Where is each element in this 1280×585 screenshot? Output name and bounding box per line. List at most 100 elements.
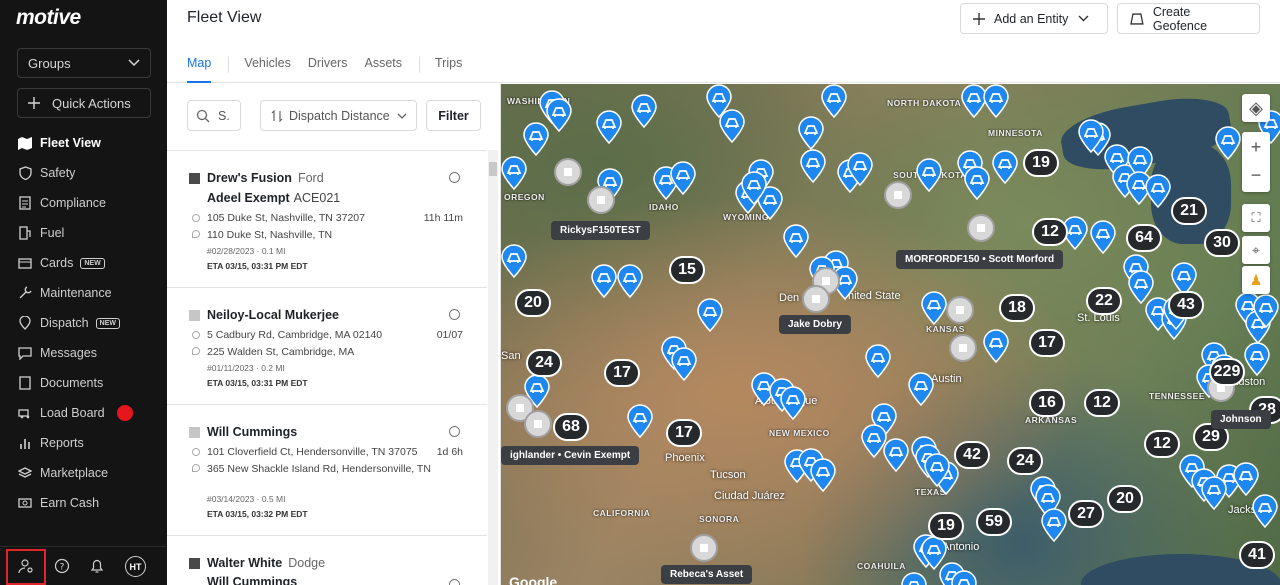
vehicle-pin-icon[interactable] bbox=[992, 150, 1018, 185]
groups-dropdown[interactable]: Groups bbox=[17, 48, 151, 78]
vehicle-pin-icon[interactable] bbox=[1041, 508, 1067, 543]
vehicle-pin-icon[interactable] bbox=[908, 372, 934, 407]
vehicle-pin-icon[interactable] bbox=[1090, 220, 1116, 255]
vehicle-cluster[interactable]: 16 bbox=[1029, 389, 1065, 417]
sort-dropdown[interactable]: Dispatch Distance bbox=[260, 100, 417, 131]
fleet-map[interactable]: WASHINGTON NORTH DAKOTA MINNESOTA SOUTH DAK… bbox=[501, 84, 1280, 585]
vehicle-pin-icon[interactable] bbox=[821, 84, 847, 119]
vehicle-cluster[interactable]: 17 bbox=[604, 359, 640, 387]
tab-map[interactable]: Map bbox=[187, 48, 212, 83]
list-scrollbar[interactable] bbox=[488, 150, 498, 585]
asset-pin-icon[interactable] bbox=[802, 285, 830, 313]
vehicle-cluster[interactable]: 68 bbox=[553, 413, 589, 441]
sidebar-item-marketplace[interactable]: Marketplace bbox=[0, 458, 167, 488]
vehicle-label-tag[interactable]: ighlander • Cevin Exempt bbox=[501, 446, 640, 465]
add-entity-button[interactable]: Add an Entity bbox=[960, 3, 1108, 34]
asset-pin-icon[interactable] bbox=[884, 181, 912, 209]
vehicle-label-tag[interactable]: Jake Dobry bbox=[779, 315, 851, 334]
vehicle-cluster[interactable]: 27 bbox=[1068, 500, 1104, 528]
vehicle-pin-icon[interactable] bbox=[501, 244, 527, 279]
vehicle-cluster[interactable]: 17 bbox=[1029, 329, 1065, 357]
layers-button[interactable]: ◈ bbox=[1242, 94, 1270, 122]
create-geofence-button[interactable]: Create Geofence bbox=[1117, 3, 1260, 34]
vehicle-card[interactable]: Drew's Fusion Ford Adeel Exempt ACE021 105… bbox=[167, 150, 487, 287]
vehicle-pin-icon[interactable] bbox=[670, 161, 696, 196]
vehicle-cluster[interactable]: 12 bbox=[1084, 389, 1120, 417]
motive-logo[interactable]: motive bbox=[16, 6, 81, 30]
vehicle-cluster[interactable]: 24 bbox=[526, 349, 562, 377]
vehicle-cluster[interactable]: 43 bbox=[1168, 291, 1204, 319]
vehicle-cluster[interactable]: 21 bbox=[1171, 197, 1207, 225]
asset-pin-icon[interactable] bbox=[587, 186, 615, 214]
vehicle-pin-icon[interactable] bbox=[964, 166, 990, 201]
vehicle-pin-icon[interactable] bbox=[1078, 119, 1104, 154]
filter-button[interactable]: Filter bbox=[426, 100, 481, 131]
vehicle-label-tag[interactable]: RickysF150TEST bbox=[551, 221, 650, 240]
recenter-button[interactable]: ⌖ bbox=[1242, 236, 1270, 264]
vehicle-pin-icon[interactable] bbox=[631, 94, 657, 129]
street-view-button[interactable]: ♟ bbox=[1242, 266, 1270, 294]
vehicle-pin-icon[interactable] bbox=[501, 156, 527, 191]
sidebar-item-load-board[interactable]: Load Board bbox=[0, 398, 167, 428]
vehicle-cluster[interactable]: 18 bbox=[999, 294, 1035, 322]
vehicle-cluster[interactable]: 19 bbox=[928, 512, 964, 540]
vehicle-pin-icon[interactable] bbox=[983, 329, 1009, 364]
sidebar-item-messages[interactable]: Messages bbox=[0, 338, 167, 368]
vehicle-cluster[interactable]: 64 bbox=[1126, 224, 1162, 252]
vehicle-pin-icon[interactable] bbox=[901, 572, 927, 585]
zoom-in-button[interactable]: + bbox=[1251, 132, 1262, 162]
sidebar-item-documents[interactable]: Documents bbox=[0, 368, 167, 398]
vehicle-card[interactable]: Walter White Dodge Will Cummings bbox=[167, 535, 487, 585]
tab-vehicles[interactable]: Vehicles bbox=[244, 48, 291, 83]
vehicle-cluster[interactable]: 17 bbox=[666, 419, 702, 447]
vehicle-pin-icon[interactable] bbox=[596, 110, 622, 145]
vehicle-pin-icon[interactable] bbox=[983, 84, 1009, 119]
vehicle-label-tag[interactable]: Johnson bbox=[1211, 410, 1271, 429]
asset-pin-icon[interactable] bbox=[690, 534, 718, 562]
vehicle-pin-icon[interactable] bbox=[1252, 494, 1278, 529]
vehicle-pin-icon[interactable] bbox=[883, 438, 909, 473]
vehicle-pin-icon[interactable] bbox=[916, 158, 942, 193]
sidebar-item-earn-cash[interactable]: Earn Cash bbox=[0, 488, 167, 518]
vehicle-pin-icon[interactable] bbox=[810, 458, 836, 493]
asset-pin-icon[interactable] bbox=[967, 214, 995, 242]
vehicle-pin-icon[interactable] bbox=[798, 116, 824, 151]
vehicle-card[interactable]: Will Cummings 101 Cloverfield Ct, Hender… bbox=[167, 404, 487, 535]
vehicle-pin-icon[interactable] bbox=[921, 291, 947, 326]
vehicle-pin-icon[interactable] bbox=[719, 109, 745, 144]
vehicle-pin-icon[interactable] bbox=[591, 264, 617, 299]
vehicle-pin-icon[interactable] bbox=[1201, 476, 1227, 511]
vehicle-pin-icon[interactable] bbox=[865, 344, 891, 379]
help-icon[interactable]: ? bbox=[53, 557, 71, 575]
sidebar-item-cards[interactable]: Cards NEW bbox=[0, 248, 167, 278]
vehicle-cluster[interactable]: 229 bbox=[1209, 358, 1245, 386]
quick-actions-button[interactable]: Quick Actions bbox=[17, 88, 151, 118]
tab-drivers[interactable]: Drivers bbox=[308, 48, 348, 83]
asset-pin-icon[interactable] bbox=[949, 334, 977, 362]
vehicle-pin-icon[interactable] bbox=[847, 152, 873, 187]
vehicle-pin-icon[interactable] bbox=[800, 149, 826, 184]
vehicle-label-tag[interactable]: Rebeca's Asset bbox=[661, 565, 753, 584]
vehicle-pin-icon[interactable] bbox=[1215, 126, 1241, 161]
vehicle-cluster[interactable]: 12 bbox=[1144, 430, 1180, 458]
vehicle-pin-icon[interactable] bbox=[951, 570, 977, 585]
vehicle-cluster[interactable]: 15 bbox=[669, 256, 705, 284]
vehicle-cluster[interactable]: 24 bbox=[1007, 447, 1043, 475]
sidebar-item-reports[interactable]: Reports bbox=[0, 428, 167, 458]
vehicle-pin-icon[interactable] bbox=[546, 98, 572, 133]
vehicle-pin-icon[interactable] bbox=[780, 386, 806, 421]
fullscreen-button[interactable]: ⛶ bbox=[1242, 204, 1270, 232]
tab-trips[interactable]: Trips bbox=[435, 48, 462, 83]
sidebar-item-dispatch[interactable]: Dispatch NEW bbox=[0, 308, 167, 338]
vehicle-pin-icon[interactable] bbox=[1233, 462, 1259, 497]
vehicle-card[interactable]: Neiloy-Local Mukerjee 5 Cadbury Rd, Camb… bbox=[167, 287, 487, 404]
vehicle-pin-icon[interactable] bbox=[1253, 294, 1279, 329]
sidebar-item-fuel[interactable]: Fuel bbox=[0, 218, 167, 248]
vehicle-cluster[interactable]: 19 bbox=[1023, 149, 1059, 177]
vehicle-pin-icon[interactable] bbox=[924, 453, 950, 488]
vehicle-cluster[interactable]: 42 bbox=[954, 441, 990, 469]
scrollbar-thumb[interactable] bbox=[489, 162, 497, 176]
avatar[interactable]: HT bbox=[125, 556, 146, 577]
search-input[interactable]: S. bbox=[187, 100, 241, 131]
vehicle-cluster[interactable]: 59 bbox=[976, 508, 1012, 536]
